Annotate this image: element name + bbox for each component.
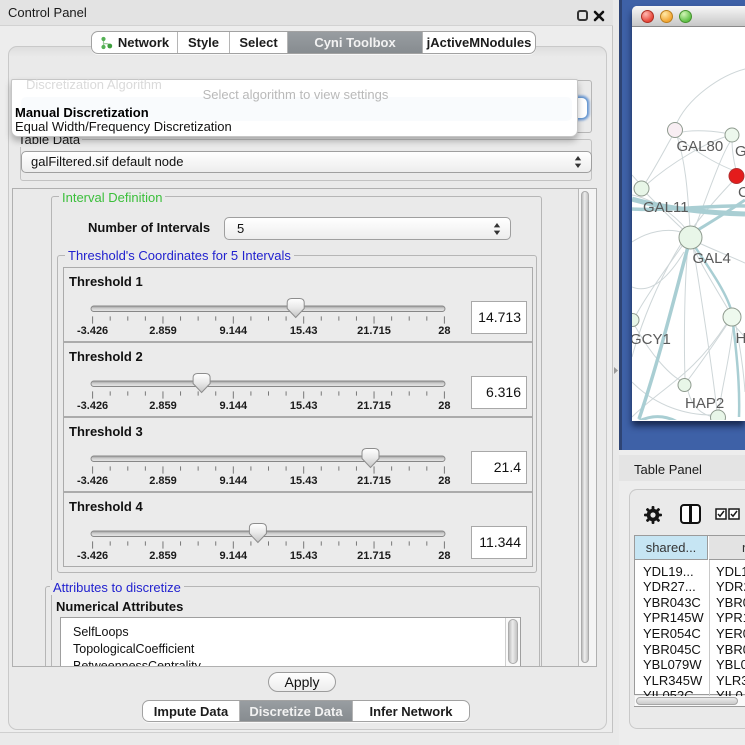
svg-text:GCY1: GCY1 [632,331,671,348]
svg-text:2.859: 2.859 [149,475,177,487]
svg-text:C: C [738,184,745,201]
svg-text:GAL11: GAL11 [643,199,689,216]
svg-text:28: 28 [438,400,450,412]
svg-text:-3.426: -3.426 [77,325,108,337]
svg-text:HAP2: HAP2 [685,395,724,412]
svg-text:H: H [736,330,745,347]
svg-text:9.144: 9.144 [220,475,248,487]
svg-text:GAL80: GAL80 [677,138,724,155]
svg-text:-3.426: -3.426 [77,400,108,412]
svg-text:GAL4: GAL4 [693,250,731,267]
svg-text:28: 28 [438,550,450,562]
svg-text:15.43: 15.43 [290,400,318,412]
svg-text:2.859: 2.859 [149,325,177,337]
svg-text:28: 28 [438,325,450,337]
svg-text:21.715: 21.715 [357,325,391,337]
svg-text:21.715: 21.715 [357,475,391,487]
svg-text:9.144: 9.144 [220,400,248,412]
svg-text:2.859: 2.859 [149,400,177,412]
svg-text:21.715: 21.715 [357,400,391,412]
svg-text:9.144: 9.144 [220,550,248,562]
svg-text:15.43: 15.43 [290,325,318,337]
svg-text:-3.426: -3.426 [77,550,108,562]
svg-text:15.43: 15.43 [290,550,318,562]
svg-text:15.43: 15.43 [290,475,318,487]
svg-text:21.715: 21.715 [357,550,391,562]
svg-text:-3.426: -3.426 [77,475,108,487]
svg-text:2.859: 2.859 [149,550,177,562]
svg-text:28: 28 [438,475,450,487]
svg-text:G: G [735,143,745,160]
svg-text:9.144: 9.144 [220,325,248,337]
